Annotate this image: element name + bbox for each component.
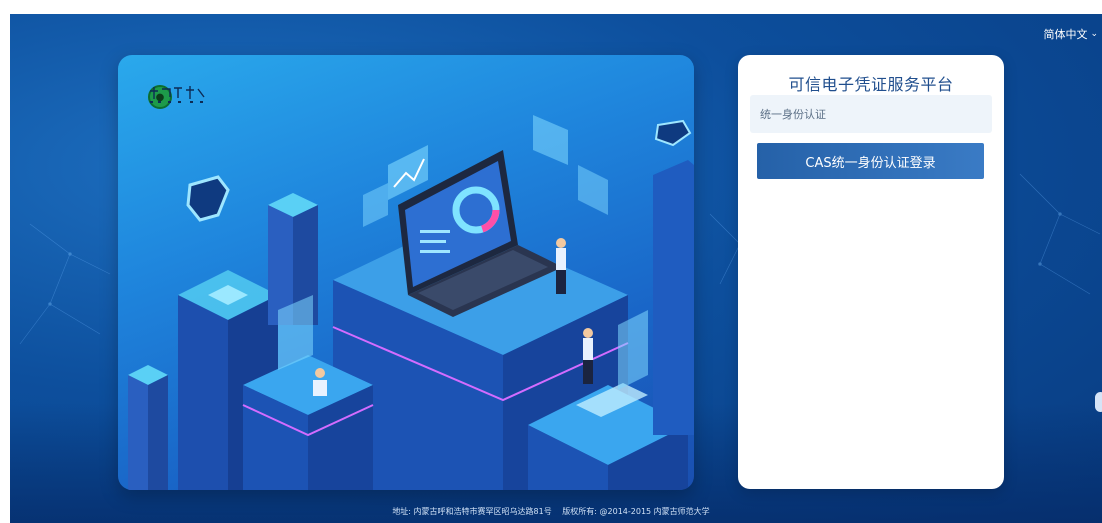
tab-unified-auth[interactable]: 统一身份认证 [750,95,992,133]
page-footer: 地址: 内蒙古呼和浩特市赛罕区昭乌达路81号 版权所有: @2014-2015 … [0,506,1102,517]
university-wordmark [150,86,205,103]
platform-title: 可信电子凭证服务平台 [788,75,954,94]
side-tab-handle[interactable] [1095,392,1102,412]
isometric-tech-illustration [128,115,694,490]
login-panel: 可信电子凭证服务平台 统一身份认证 CAS统一身份认证登录 [738,55,1004,489]
tab-unified-auth-label: 统一身份认证 [760,108,826,121]
language-selector[interactable]: 简体中文 ⌄ [1043,26,1098,42]
footer-address: 地址: 内蒙古呼和浩特市赛罕区昭乌达路81号 [392,507,552,516]
hero-illustration: ● [118,55,694,490]
top-white-bar [0,0,1102,14]
chevron-down-icon: ⌄ [1090,29,1098,39]
footer-copyright: 版权所有: @2014-2015 内蒙古师范大学 [562,507,710,516]
language-label: 简体中文 [1043,28,1088,41]
university-logo: ● [148,85,205,109]
cas-login-button[interactable]: CAS统一身份认证登录 [757,143,984,179]
